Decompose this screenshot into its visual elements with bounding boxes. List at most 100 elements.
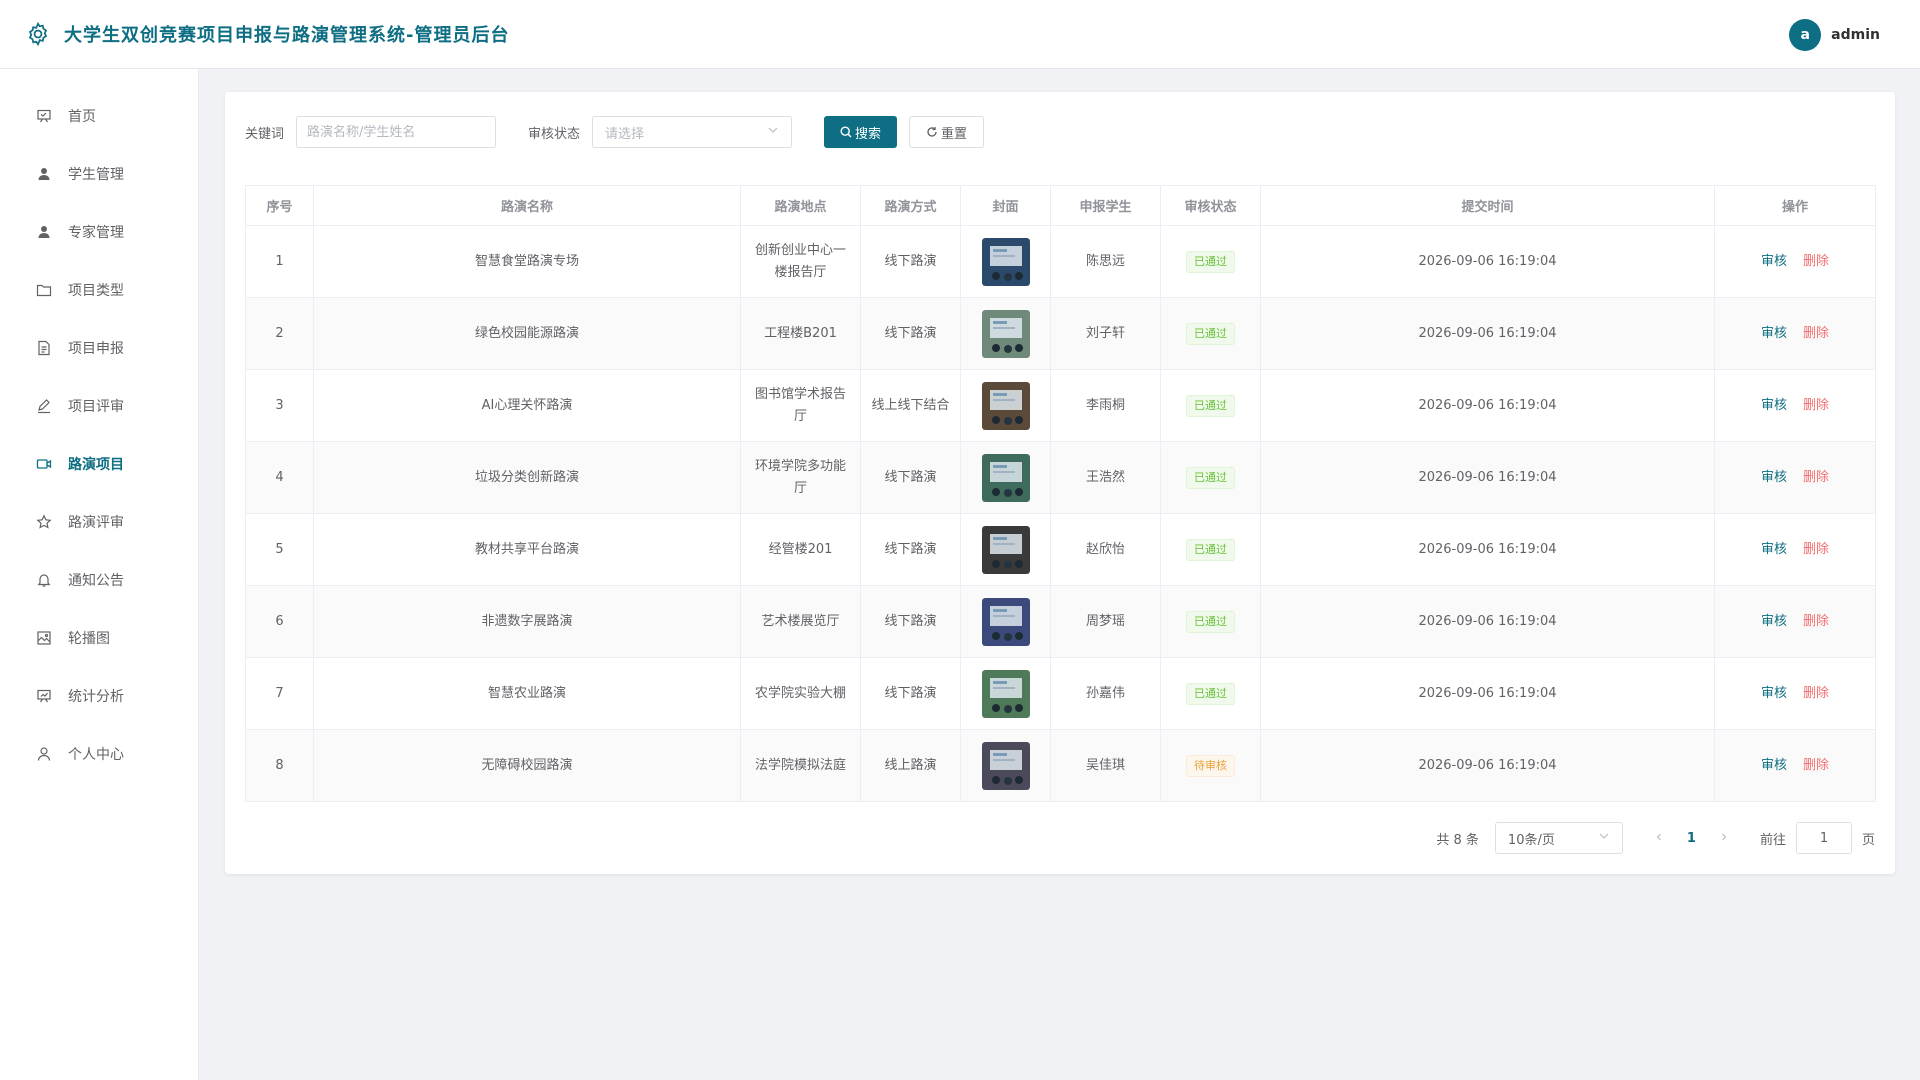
sidebar-item[interactable]: 学生管理: [0, 145, 198, 203]
submit-time: 2026-09-06 16:19:04: [1260, 729, 1715, 802]
cover-image[interactable]: [981, 453, 1030, 502]
review-button[interactable]: 审核: [1761, 758, 1787, 773]
cover-image[interactable]: [981, 597, 1030, 646]
roadshow-location: 农学院实验大棚: [740, 657, 861, 730]
status-cell: 已通过: [1160, 657, 1261, 730]
sidebar-item[interactable]: 项目评审: [0, 377, 198, 435]
status-cell: 已通过: [1160, 297, 1261, 370]
actions-cell: 审核 删除: [1714, 225, 1876, 298]
sidebar-item[interactable]: 项目类型: [0, 261, 198, 319]
sidebar-item[interactable]: 统计分析: [0, 667, 198, 725]
user-menu[interactable]: a admin: [1789, 19, 1880, 51]
column-header: 路演名称: [313, 185, 741, 226]
delete-button[interactable]: 删除: [1803, 326, 1829, 341]
delete-button[interactable]: 删除: [1803, 686, 1829, 701]
roadshow-location: 环境学院多功能厅: [740, 441, 861, 514]
sidebar-item-label: 轮播图: [68, 631, 110, 647]
delete-button[interactable]: 删除: [1803, 542, 1829, 557]
delete-button[interactable]: 删除: [1803, 398, 1829, 413]
folder-icon: [34, 280, 54, 300]
cover-cell: [960, 729, 1051, 802]
cover-cell: [960, 585, 1051, 658]
avatar[interactable]: a: [1789, 19, 1822, 51]
review-button[interactable]: 审核: [1761, 470, 1787, 485]
review-button[interactable]: 审核: [1761, 398, 1787, 413]
sidebar-item-label: 项目类型: [68, 283, 124, 299]
review-button[interactable]: 审核: [1761, 542, 1787, 557]
review-button[interactable]: 审核: [1761, 614, 1787, 629]
sidebar-item[interactable]: 路演项目: [0, 435, 198, 493]
cover-image[interactable]: [981, 525, 1030, 574]
page-size-select[interactable]: 10条/页: [1494, 822, 1623, 854]
keyword-input[interactable]: [296, 116, 497, 148]
dashboard-icon: [34, 106, 54, 126]
gear-icon[interactable]: [24, 20, 52, 48]
sidebar: 首页学生管理专家管理项目类型项目申报 项目评审 路演项目路演评审通知公告轮播图统计分…: [0, 69, 199, 1080]
star-icon: [34, 512, 54, 532]
status-cell: 已通过: [1160, 441, 1261, 514]
table-row: 5 教材共享平台路演 经管楼201 线下路演 赵欣怡 已通过 2026-09-06 16:1…: [245, 513, 1876, 586]
sidebar-item[interactable]: 轮播图: [0, 609, 198, 667]
review-button[interactable]: 审核: [1761, 326, 1787, 341]
sidebar-item-label: 首页: [68, 109, 96, 125]
status-select-placeholder: 请选择: [605, 126, 645, 142]
sidebar-item-label: 学生管理: [68, 167, 124, 183]
roadshow-name: AI心理关怀路演: [313, 369, 741, 442]
status-cell: 已通过: [1160, 225, 1261, 298]
sidebar-item[interactable]: 通知公告: [0, 551, 198, 609]
person-icon: [34, 744, 54, 764]
delete-button[interactable]: 删除: [1803, 470, 1829, 485]
sidebar-item[interactable]: 个人中心: [0, 725, 198, 783]
submit-time: 2026-09-06 16:19:04: [1260, 369, 1715, 442]
page-number-current[interactable]: 1: [1687, 831, 1696, 846]
roadshow-mode: 线下路演: [860, 657, 961, 730]
delete-button[interactable]: 删除: [1803, 614, 1829, 629]
student-name: 吴佳琪: [1050, 729, 1161, 802]
status-badge: 已通过: [1186, 322, 1235, 345]
roadshow-mode: 线下路演: [860, 441, 961, 514]
top-header: 大学生双创竞赛项目申报与路演管理系统-管理员后台 a admin: [0, 0, 1920, 69]
sidebar-item[interactable]: 路演评审: [0, 493, 198, 551]
status-badge: 待审核: [1186, 754, 1235, 777]
status-badge: 已通过: [1186, 466, 1235, 489]
actions-cell: 审核 删除: [1714, 657, 1876, 730]
submit-time: 2026-09-06 16:19:04: [1260, 513, 1715, 586]
status-select[interactable]: 请选择: [592, 116, 793, 148]
roadshow-location: 创新创业中心一楼报告厅: [740, 225, 861, 298]
cover-cell: [960, 513, 1051, 586]
search-button[interactable]: 搜索: [824, 116, 898, 148]
sidebar-item[interactable]: 专家管理: [0, 203, 198, 261]
chevron-right-icon: [1719, 831, 1729, 846]
roadshow-name: 智慧食堂路演专场: [313, 225, 741, 298]
delete-button[interactable]: 删除: [1803, 758, 1829, 773]
chevron-left-icon: [1654, 831, 1664, 846]
review-button[interactable]: 审核: [1761, 254, 1787, 269]
review-button[interactable]: 审核: [1761, 686, 1787, 701]
prev-page-button[interactable]: [1651, 831, 1667, 846]
video-camera-icon: [34, 454, 54, 474]
goto-page-input[interactable]: [1795, 822, 1852, 854]
row-index: 1: [245, 225, 314, 298]
username[interactable]: admin: [1831, 27, 1880, 43]
roadshow-name: 绿色校园能源路演: [313, 297, 741, 370]
sidebar-item[interactable]: 首页: [0, 87, 198, 145]
roadshow-location: 艺术楼展览厅: [740, 585, 861, 658]
status-badge: 已通过: [1186, 682, 1235, 705]
cover-image[interactable]: [981, 669, 1030, 718]
status-badge: 已通过: [1186, 250, 1235, 273]
document-icon: [34, 338, 54, 358]
submit-time: 2026-09-06 16:19:04: [1260, 585, 1715, 658]
cover-image[interactable]: [981, 309, 1030, 358]
row-index: 6: [245, 585, 314, 658]
delete-button[interactable]: 删除: [1803, 254, 1829, 269]
cover-cell: [960, 657, 1051, 730]
submit-time: 2026-09-06 16:19:04: [1260, 225, 1715, 298]
cover-image[interactable]: [981, 237, 1030, 286]
next-page-button[interactable]: [1716, 831, 1732, 846]
roadshow-name: 非遗数字展路演: [313, 585, 741, 658]
sidebar-item[interactable]: 项目申报: [0, 319, 198, 377]
sidebar-item-label: 路演评审: [68, 515, 124, 531]
cover-image[interactable]: [981, 381, 1030, 430]
reset-button[interactable]: 重置: [909, 116, 985, 148]
cover-image[interactable]: [981, 741, 1030, 790]
